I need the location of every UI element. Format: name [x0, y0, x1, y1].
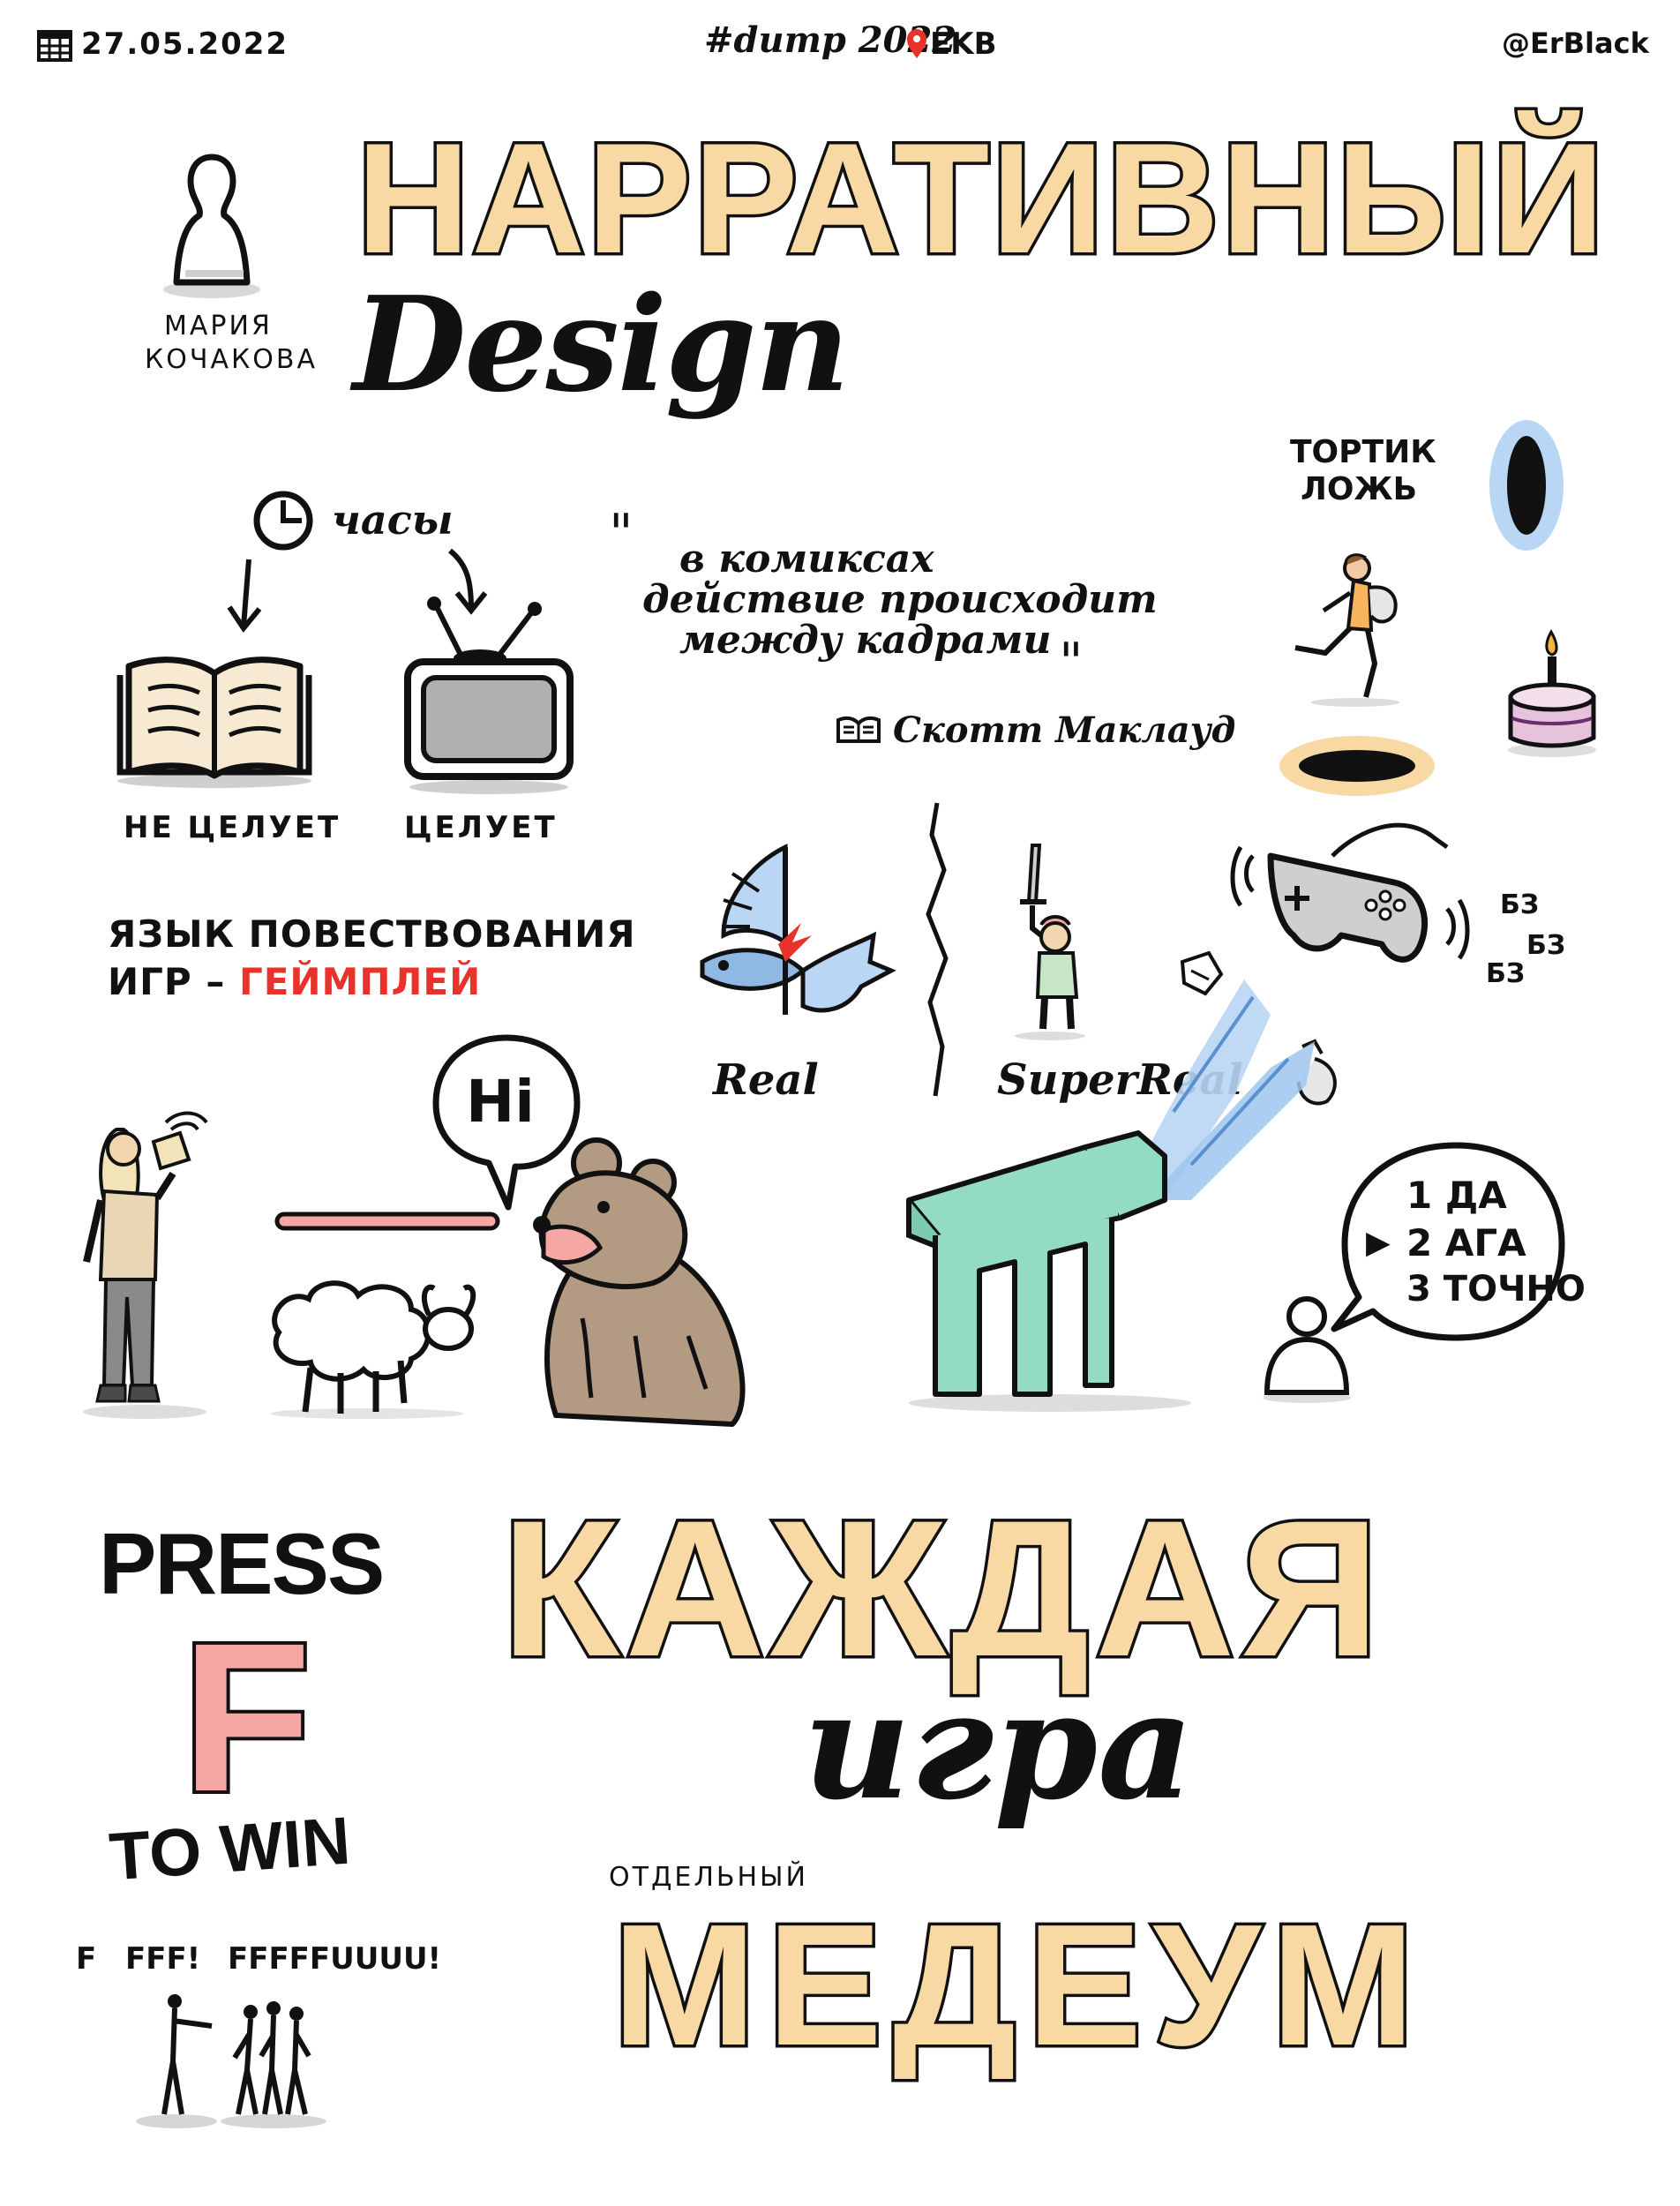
shout-2: FFF!: [125, 1941, 201, 1977]
dialog-option-2-num: 2: [1406, 1221, 1433, 1264]
header-date: 27.05.2022: [81, 26, 289, 62]
sheep-icon: [270, 1280, 476, 1419]
vibration-text-3: БЗ: [1486, 958, 1526, 989]
dialog-option-3[interactable]: 3 ТОЧНО: [1406, 1269, 1586, 1309]
dialog-option-2-text: АГА: [1444, 1221, 1526, 1264]
fish-icon: [700, 843, 896, 1015]
header-location: EKB: [930, 26, 997, 62]
portal-orange-icon: [1279, 736, 1435, 796]
book-caption: НЕ ЦЕЛУЕТ: [124, 810, 341, 845]
header-author: @ErBlack: [1502, 26, 1649, 60]
stick-figures-icon: [136, 1994, 326, 2128]
gameplay-accent: ГЕЙМПЛЕЙ: [238, 960, 482, 1003]
dialog-option-1-num: 1: [1406, 1174, 1433, 1217]
tv-caption: ЦЕЛУЕТ: [404, 810, 558, 845]
dialog-option-1[interactable]: 1 ДА: [1406, 1174, 1507, 1217]
vibration-text-1: БЗ: [1500, 889, 1540, 920]
quote-open: ": [609, 503, 634, 565]
runner-figure-icon: [1294, 553, 1399, 707]
press-f-key[interactable]: F: [178, 1608, 323, 1827]
dialog-option-2[interactable]: 2 АГА: [1406, 1221, 1526, 1264]
vibration-text-2: БЗ: [1526, 930, 1566, 961]
location-pin-icon: [907, 29, 926, 58]
cake-icon: [1508, 628, 1596, 757]
real-label: Real: [713, 1055, 819, 1105]
to-win-text: TO WIN: [107, 1803, 353, 1895]
dialog-option-3-text: ТОЧНО: [1443, 1269, 1586, 1309]
bard-figure-icon: [83, 1111, 208, 1419]
gameplay-prefix: ИГР –: [108, 960, 226, 1003]
speaker-name-line1: МАРИЯ: [164, 311, 273, 341]
dialog-option-3-num: 3: [1406, 1269, 1431, 1309]
quote-line3: между кадрами: [679, 618, 1052, 663]
conclusion-line2: игра: [803, 1658, 1194, 1833]
book-small-icon: [836, 716, 881, 743]
clock-label: часы: [332, 496, 454, 544]
gameplay-text-line2: ИГР – ГЕЙМПЛЕЙ: [108, 960, 481, 1003]
player-avatar-icon: [1263, 1296, 1351, 1403]
page-title: НАРРАТИВНЫЙ: [354, 110, 1609, 286]
conclusion-line3: МЕДЕУМ: [610, 1886, 1426, 2085]
shout-3: FFFFFUUUU!: [228, 1941, 442, 1977]
bear-icon: [533, 1137, 746, 1427]
speaker-avatar-icon: [163, 154, 260, 298]
shout-1: F: [76, 1941, 97, 1977]
quote-line1: в комиксах: [679, 536, 934, 582]
gameplay-text-line1: ЯЗЫК ПОВЕСТВОВАНИЯ: [108, 912, 636, 956]
header: 27.05.2022 #dump 2022 EKB @ErBlack: [0, 0, 1680, 88]
speaker-name-line2: КОЧАКОВА: [145, 344, 319, 375]
book-icon: [116, 657, 312, 788]
portal-text-line1: ТОРТИК: [1290, 434, 1436, 470]
speech-hi: Hi: [466, 1068, 535, 1136]
arrow-down-icon: [227, 559, 262, 634]
dialog-option-1-text: ДА: [1444, 1174, 1507, 1217]
dialog-selector-icon: ▶: [1366, 1225, 1391, 1261]
portal-blue-icon: [1489, 420, 1564, 551]
page-subtitle: Design: [353, 267, 850, 421]
quote-author: Скотт Маклауд: [893, 709, 1236, 751]
portal-text-line2: ЛОЖЬ: [1301, 471, 1418, 507]
press-f-letter: F: [178, 1599, 315, 1835]
quote-close: ": [1059, 632, 1084, 694]
clock-icon: [253, 491, 313, 551]
tv-icon: [404, 597, 574, 794]
quote-line2: действие происходит: [642, 577, 1158, 622]
calendar-icon: [37, 30, 72, 62]
